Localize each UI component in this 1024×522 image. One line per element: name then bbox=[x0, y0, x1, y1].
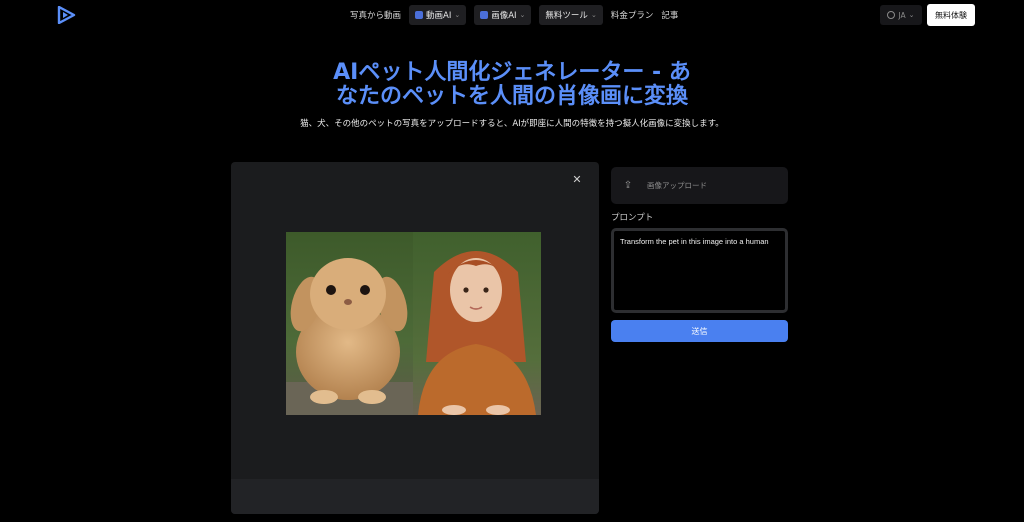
prompt-label: プロンプト bbox=[611, 213, 654, 223]
page-title: AIペット人間化ジェネレーター - あ なたのペットを人間の肖像画に変換 bbox=[262, 61, 762, 109]
top-header: 写真から動画 動画AI ⌄ 画像AI ⌄ 無料ツール ⌄ 料金プラン 記事 JA… bbox=[0, 0, 1024, 30]
nav-free-tools[interactable]: 無料ツール ⌄ bbox=[539, 5, 603, 25]
result-image bbox=[286, 232, 541, 415]
chevron-down-icon: ⌄ bbox=[519, 11, 526, 19]
nav-video-ai-label: 動画AI bbox=[426, 11, 452, 21]
play-logo-icon[interactable] bbox=[56, 6, 76, 24]
language-selector[interactable]: JA ⌄ bbox=[880, 5, 922, 25]
free-trial-button[interactable]: 無料体験 bbox=[927, 4, 975, 26]
nav-video-ai[interactable]: 動画AI ⌄ bbox=[409, 5, 467, 25]
image-upload-button[interactable]: ⇪ 画像アップロード bbox=[611, 167, 788, 204]
page-title-line2: なたのペットを人間の肖像画に変換 bbox=[335, 84, 688, 109]
chevron-down-icon: ⌄ bbox=[454, 11, 461, 19]
preview-footer bbox=[231, 479, 599, 514]
prompt-input[interactable]: Transform the pet in this image into a h… bbox=[611, 228, 788, 313]
nav-pricing[interactable]: 料金プラン bbox=[611, 9, 654, 21]
page-title-line1: AIペット人間化ジェネレーター - あ bbox=[333, 60, 691, 85]
chevron-down-icon: ⌄ bbox=[908, 11, 915, 19]
preview-panel: ✕ bbox=[231, 162, 599, 514]
globe-icon bbox=[887, 11, 896, 19]
language-label: JA bbox=[898, 10, 906, 20]
page-subtitle: 猫、犬、その他のペットの写真をアップロードすると、AIが即座に人間の特徴を持つ擬… bbox=[300, 119, 724, 129]
nav-blog[interactable]: 記事 bbox=[661, 9, 678, 21]
nav-image-ai-label: 画像AI bbox=[491, 11, 517, 21]
upload-label: 画像アップロード bbox=[647, 181, 707, 190]
submit-button[interactable]: 送信 bbox=[611, 320, 788, 342]
main-nav: 写真から動画 動画AI ⌄ 画像AI ⌄ 無料ツール ⌄ 料金プラン 記事 bbox=[350, 5, 678, 25]
nav-image-ai[interactable]: 画像AI ⌄ bbox=[474, 5, 532, 25]
nav-free-tools-label: 無料ツール bbox=[545, 11, 588, 21]
chevron-down-icon: ⌄ bbox=[590, 11, 597, 19]
upload-icon: ⇪ bbox=[623, 180, 633, 191]
close-icon[interactable]: ✕ bbox=[571, 174, 583, 186]
image-icon bbox=[480, 11, 489, 19]
nav-photo-to-video[interactable]: 写真から動画 bbox=[350, 9, 401, 21]
video-icon bbox=[415, 11, 424, 19]
